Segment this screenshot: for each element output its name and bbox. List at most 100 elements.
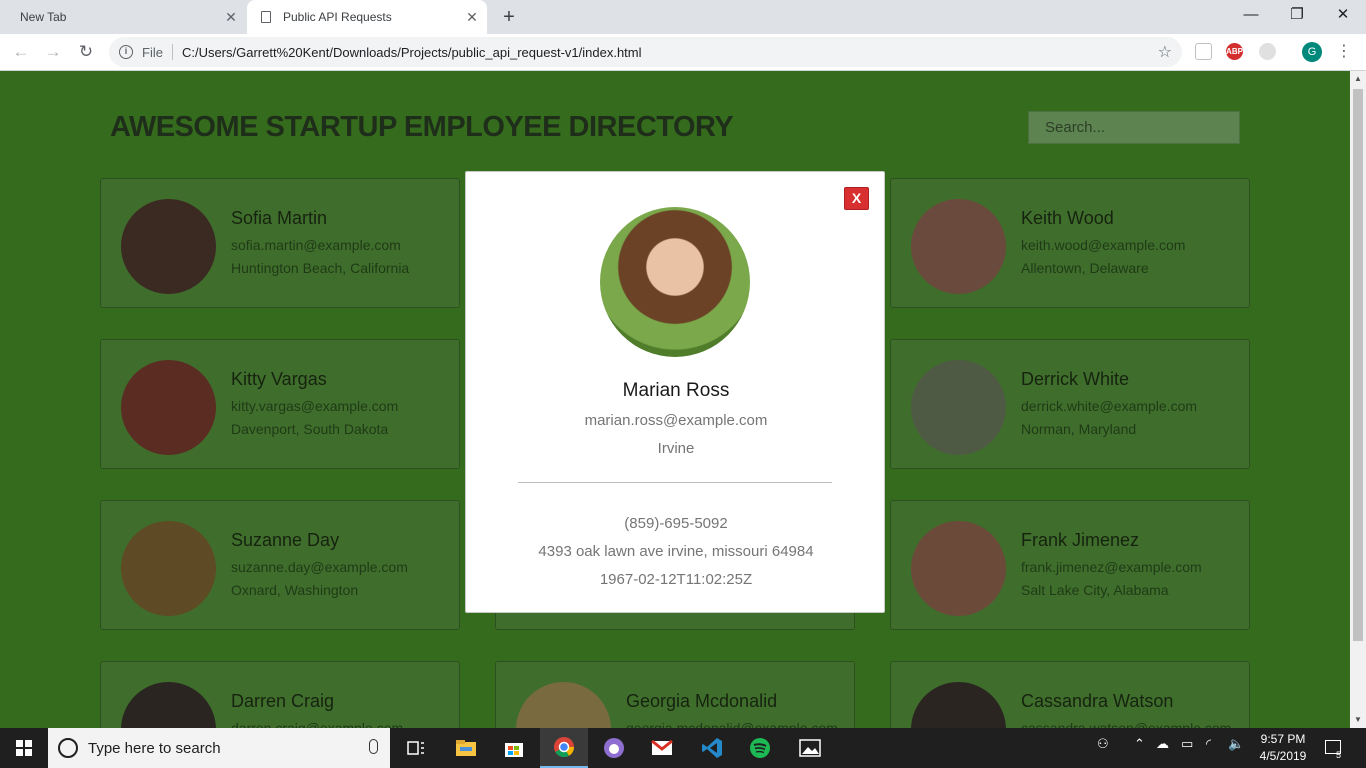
avatar (121, 199, 216, 294)
modal-employee-email: marian.ross@example.com (584, 412, 768, 429)
avatar (911, 521, 1006, 616)
clock-time: 9:57 PM (1260, 732, 1306, 746)
employee-location: Oxnard, Washington (231, 582, 359, 598)
employee-name: Frank Jimenez (1021, 530, 1140, 550)
employee-card[interactable]: Frank Jimenez frank.jimenez@example.com … (890, 500, 1250, 630)
clock-date: 4/5/2019 (1259, 749, 1307, 763)
url-text[interactable]: C:/Users/Garrett%20Kent/Downloads/Projec… (182, 45, 642, 60)
avatar (911, 682, 1006, 728)
employee-email: darren.craig@example.com (231, 720, 404, 728)
taskbar-search-box[interactable]: Type here to search (48, 728, 390, 768)
address-bar[interactable]: i File C:/Users/Garrett%20Kent/Downloads… (109, 37, 1182, 67)
employee-email: sofia.martin@example.com (231, 237, 401, 253)
employee-name: Kitty Vargas (231, 369, 327, 389)
modal-employee-birthday: 1967-02-12T11:02:25Z (599, 571, 753, 588)
employee-location: Allentown, Delaware (1021, 260, 1149, 276)
employee-name: Darren Craig (231, 691, 335, 711)
employee-location: Davenport, South Dakota (231, 421, 389, 437)
employee-card[interactable]: Derrick White derrick.white@example.com … (890, 339, 1250, 469)
task-view-icon[interactable] (392, 728, 440, 768)
employee-location: Salt Lake City, Alabama (1021, 582, 1169, 598)
chrome-icon[interactable] (540, 728, 588, 768)
employee-name: Derrick White (1021, 369, 1130, 389)
reload-icon[interactable]: ↻ (73, 40, 99, 64)
employee-email: cassandra.watson@example.com (1021, 720, 1232, 728)
info-icon[interactable]: i (119, 45, 133, 59)
new-tab-button[interactable]: + (498, 5, 520, 29)
gmail-icon[interactable] (638, 728, 686, 768)
store-icon[interactable] (490, 728, 538, 768)
tab-strip: New Tab ✕ Public API Requests ✕ + — ❐ ✕ (0, 0, 1366, 34)
employee-name: Keith Wood (1021, 208, 1114, 228)
modal-employee-name: Marian Ross (622, 380, 730, 401)
people-icon[interactable]: ⚇ (1097, 736, 1109, 752)
vscode-icon[interactable] (688, 728, 736, 768)
cloud-icon[interactable]: ☁ (1156, 736, 1169, 752)
employee-name: Cassandra Watson (1021, 691, 1174, 711)
scroll-down-icon[interactable]: ▼ (1350, 712, 1366, 728)
spotify-icon[interactable] (736, 728, 784, 768)
extension-icon[interactable] (1195, 43, 1212, 60)
employee-email: keith.wood@example.com (1021, 237, 1186, 253)
minimize-button[interactable]: — (1228, 0, 1274, 34)
avatar (121, 521, 216, 616)
photos-icon[interactable] (786, 728, 834, 768)
forward-arrow-icon[interactable]: → (40, 40, 66, 64)
scrollbar-thumb[interactable] (1353, 89, 1363, 641)
employee-card[interactable]: Suzanne Day suzanne.day@example.com Oxna… (100, 500, 460, 630)
scroll-up-icon[interactable]: ▲ (1350, 71, 1366, 87)
avatar (911, 360, 1006, 455)
divider (171, 44, 173, 60)
star-icon[interactable]: ☆ (1158, 42, 1172, 62)
browser-toolbar: ← → ↻ i File C:/Users/Garrett%20Kent/Dow… (0, 34, 1366, 71)
modal-employee-address: 4393 oak lawn ave irvine, missouri 64984 (538, 543, 814, 560)
tab-title: New Tab (20, 10, 67, 24)
notification-count: 5 (1336, 750, 1342, 760)
employee-card[interactable]: Darren Craig darren.craig@example.com (100, 661, 460, 728)
adblock-icon[interactable]: ABP (1226, 43, 1243, 60)
battery-icon[interactable]: ▭ (1181, 736, 1193, 752)
close-tab-icon[interactable]: ✕ (457, 9, 487, 26)
employee-location: Huntington Beach, California (231, 260, 410, 276)
profile-avatar-icon[interactable]: G (1302, 42, 1322, 62)
microphone-icon[interactable] (369, 739, 378, 754)
modal-close-button[interactable]: X (844, 187, 869, 210)
github-icon[interactable] (590, 728, 638, 768)
close-window-button[interactable]: ✕ (1320, 0, 1366, 34)
scheme-label: File (142, 44, 163, 60)
system-clock[interactable]: 9:57 PM 4/5/2019 (1258, 731, 1308, 765)
file-explorer-icon[interactable] (442, 728, 490, 768)
chevron-up-icon[interactable]: ⌃ (1134, 736, 1145, 752)
page-viewport: AWESOME STARTUP EMPLOYEE DIRECTORY Sofia… (0, 71, 1350, 728)
back-arrow-icon[interactable]: ← (8, 40, 34, 64)
close-tab-icon[interactable]: ✕ (216, 9, 246, 26)
employee-email: frank.jimenez@example.com (1021, 559, 1202, 575)
employee-card[interactable]: Kitty Vargas kitty.vargas@example.com Da… (100, 339, 460, 469)
tab-public-api-requests[interactable]: Public API Requests ✕ (247, 0, 487, 34)
volume-icon[interactable]: 🔈 (1228, 736, 1244, 752)
employee-email: georgia.mcdonalid@example.com (626, 720, 838, 728)
employee-card[interactable]: Georgia Mcdonalid georgia.mcdonalid@exam… (495, 661, 855, 728)
extension-icon[interactable] (1259, 43, 1276, 60)
windows-start-icon[interactable] (16, 740, 32, 756)
employee-location: Norman, Maryland (1021, 421, 1137, 437)
vertical-scrollbar[interactable]: ▲ ▼ (1350, 71, 1366, 728)
employee-card[interactable]: Cassandra Watson cassandra.watson@exampl… (890, 661, 1250, 728)
search-input[interactable] (1028, 111, 1240, 144)
modal-employee-city: Irvine (657, 440, 695, 457)
avatar (600, 207, 750, 357)
menu-dots-icon[interactable]: ⋮ (1336, 42, 1352, 62)
tab-new-tab[interactable]: New Tab ✕ (0, 0, 246, 34)
employee-name: Sofia Martin (231, 208, 328, 228)
tab-title: Public API Requests (283, 10, 392, 24)
avatar (121, 360, 216, 455)
modal-employee-phone: (859)-695-5092 (624, 515, 728, 532)
employee-card[interactable]: Keith Wood keith.wood@example.com Allent… (890, 178, 1250, 308)
employee-email: kitty.vargas@example.com (231, 398, 399, 414)
employee-card[interactable]: Sofia Martin sofia.martin@example.com Hu… (100, 178, 460, 308)
avatar (121, 682, 216, 728)
employee-modal: X Marian Ross marian.ross@example.com Ir… (465, 171, 885, 613)
taskbar-search-placeholder: Type here to search (88, 739, 221, 757)
wifi-icon[interactable]: ◜ (1206, 736, 1211, 752)
restore-button[interactable]: ❐ (1274, 0, 1320, 34)
